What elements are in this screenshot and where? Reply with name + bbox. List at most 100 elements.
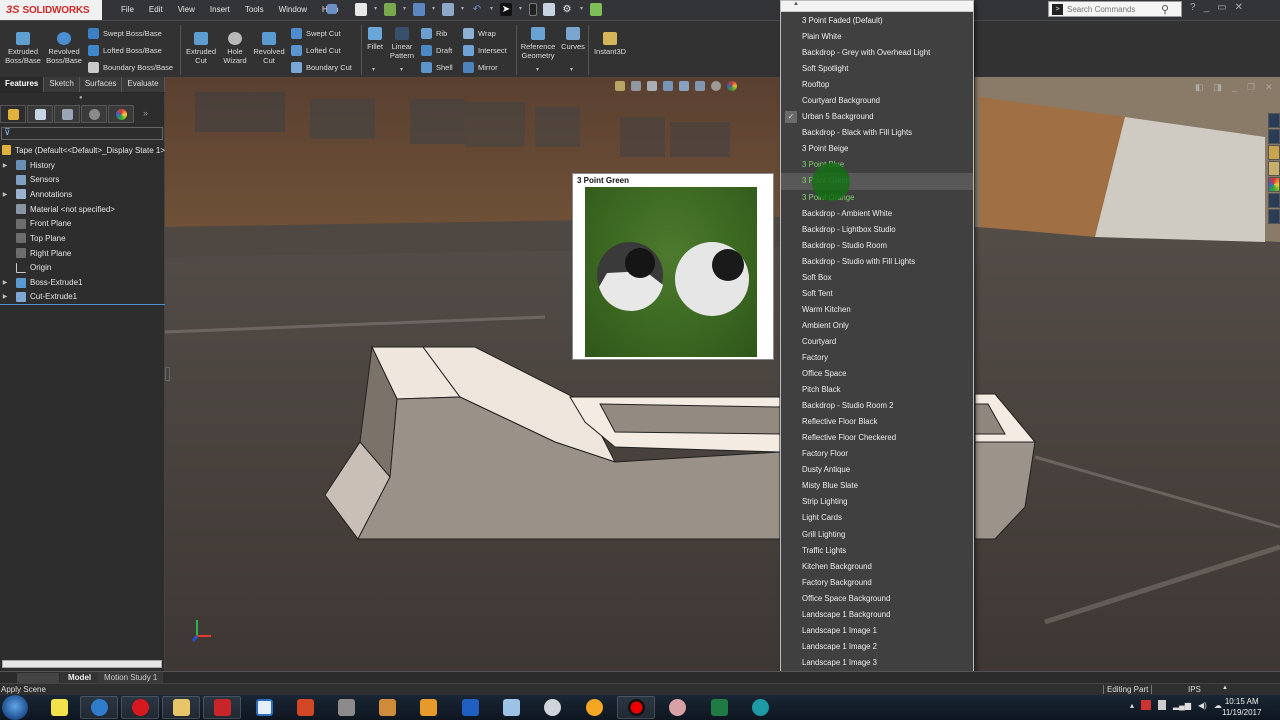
taskbar-app-arduino[interactable] bbox=[741, 696, 779, 719]
linear-pattern-dropdown[interactable]: ▾ bbox=[400, 66, 403, 73]
taskbar-app-webcam[interactable] bbox=[533, 696, 571, 719]
tile-right-icon[interactable]: ◨ bbox=[1214, 82, 1223, 93]
appearances-scenes-icon[interactable] bbox=[1268, 177, 1280, 192]
part-model[interactable] bbox=[165, 77, 1280, 671]
scene-menu-item[interactable]: 3 Point Green bbox=[781, 173, 973, 190]
scroll-up-button[interactable]: ▲ bbox=[781, 1, 973, 12]
file-explorer-icon[interactable] bbox=[1268, 145, 1280, 160]
select-cursor-icon[interactable]: ➤ bbox=[500, 3, 512, 16]
device-icon[interactable] bbox=[1158, 700, 1167, 710]
scene-menu-item[interactable]: Soft Tent bbox=[781, 286, 973, 302]
display-style-icon[interactable] bbox=[695, 81, 705, 91]
taskbar-app-solidworks[interactable] bbox=[203, 696, 241, 719]
scene-menu-item[interactable]: Light Cards bbox=[781, 510, 973, 526]
fillet-button[interactable]: Fillet bbox=[364, 27, 386, 51]
intersect-button[interactable]: Intersect bbox=[463, 45, 507, 56]
scene-menu-item[interactable]: Backdrop - Studio Room 2 bbox=[781, 398, 973, 414]
doc-minimize-icon[interactable]: _ bbox=[1232, 82, 1237, 93]
taskbar-app-malwarebytes[interactable] bbox=[451, 696, 489, 719]
tree-filter[interactable]: ⊽ bbox=[1, 127, 163, 140]
wrap-button[interactable]: Wrap bbox=[463, 28, 496, 39]
tab-sketch[interactable]: Sketch bbox=[44, 77, 80, 92]
tree-item-history[interactable]: ▶ History bbox=[0, 158, 165, 173]
taskbar-app-opera[interactable] bbox=[121, 696, 159, 719]
tile-left-icon[interactable]: ◧ bbox=[1195, 82, 1204, 93]
tree-item-cut-extrude1[interactable]: ▶ Cut-Extrude1 bbox=[0, 290, 165, 305]
forum-icon[interactable] bbox=[1268, 209, 1280, 224]
scene-menu-item[interactable]: Strip Lighting bbox=[781, 494, 973, 510]
scene-menu-item[interactable]: Landscape 1 Image 3 bbox=[781, 655, 973, 671]
scene-menu-item[interactable]: Traffic Lights bbox=[781, 543, 973, 559]
scene-menu-item[interactable]: Backdrop - Studio with Fill Lights bbox=[781, 254, 973, 270]
search-commands[interactable]: > ⚲ bbox=[1048, 1, 1182, 17]
chevron-down-icon[interactable]: ▾ bbox=[489, 3, 494, 16]
reference-geometry-dropdown[interactable]: ▾ bbox=[536, 66, 539, 73]
taskbar-app-excel[interactable] bbox=[700, 696, 738, 719]
menu-insert[interactable]: Insert bbox=[210, 5, 230, 14]
menu-tools[interactable]: Tools bbox=[245, 5, 264, 14]
restore-icon[interactable]: ▭ bbox=[1217, 2, 1226, 13]
fillet-dropdown[interactable]: ▾ bbox=[372, 66, 375, 73]
options-gear-icon[interactable]: ⚙ bbox=[561, 3, 573, 16]
graphics-viewport[interactable] bbox=[165, 77, 1280, 671]
tree-item-top-plane[interactable]: Top Plane bbox=[0, 231, 165, 246]
taskbar-app-calculator[interactable] bbox=[492, 696, 530, 719]
show-hidden-icons[interactable]: ▴ bbox=[1130, 701, 1134, 710]
volume-icon[interactable]: ◀) bbox=[1198, 701, 1207, 710]
scene-menu-item[interactable]: Backdrop - Lightbox Studio bbox=[781, 222, 973, 238]
hide-show-items-icon[interactable] bbox=[711, 81, 721, 91]
scene-menu-item[interactable]: Landscape 1 Image 2 bbox=[781, 639, 973, 655]
chevron-down-icon[interactable]: ▾ bbox=[518, 3, 523, 16]
tree-item-right-plane[interactable]: Right Plane bbox=[0, 246, 165, 261]
scene-menu-item[interactable]: Plain White bbox=[781, 29, 973, 45]
expand-arrow-icon[interactable]: ▶ bbox=[0, 293, 10, 300]
scene-menu-item[interactable]: 3 Point Blue bbox=[781, 157, 973, 173]
instant3d-button[interactable]: Instant3D bbox=[592, 32, 628, 56]
menu-edit[interactable]: Edit bbox=[149, 5, 163, 14]
scene-menu-item[interactable]: Dusty Antique bbox=[781, 462, 973, 478]
hole-wizard-button[interactable]: Hole Wizard bbox=[220, 32, 250, 65]
swept-cut-button[interactable]: Swept Cut bbox=[291, 28, 341, 39]
reference-geometry-button[interactable]: Reference Geometry bbox=[518, 27, 558, 60]
lofted-boss-button[interactable]: Lofted Boss/Base bbox=[88, 45, 162, 56]
tab-dimxpert-manager[interactable] bbox=[81, 105, 107, 123]
scene-menu-item[interactable]: Landscape 1 Image 1 bbox=[781, 623, 973, 639]
tab-surfaces[interactable]: Surfaces bbox=[79, 77, 123, 92]
tab-evaluate[interactable]: Evaluate bbox=[122, 77, 165, 92]
edit-appearance-icon[interactable] bbox=[727, 81, 737, 91]
open-icon[interactable] bbox=[384, 3, 396, 16]
undo-icon[interactable]: ↶ bbox=[471, 3, 483, 16]
scene-menu-item[interactable]: Courtyard Background bbox=[781, 93, 973, 109]
scene-menu-item[interactable]: Rooftop bbox=[781, 77, 973, 93]
scene-menu-item[interactable]: Backdrop - Studio Room bbox=[781, 238, 973, 254]
scene-menu-item[interactable]: Ambient Only bbox=[781, 318, 973, 334]
scene-menu-item[interactable]: 3 Point Beige bbox=[781, 141, 973, 157]
scene-menu-item[interactable]: Backdrop - Black with Fill Lights bbox=[781, 125, 973, 141]
new-document-icon[interactable] bbox=[355, 3, 367, 16]
tree-item-material[interactable]: Material <not specified> bbox=[0, 202, 165, 217]
onedrive-cloud-icon[interactable]: ☁ bbox=[1214, 701, 1222, 710]
shell-button[interactable]: Shell bbox=[421, 62, 453, 73]
tree-item-boss-extrude1[interactable]: ▶ Boss-Extrude1 bbox=[0, 275, 165, 290]
taskbar-app-batch[interactable] bbox=[40, 696, 78, 719]
scene-menu-item[interactable]: Factory bbox=[781, 350, 973, 366]
menu-view[interactable]: View bbox=[178, 5, 195, 14]
solidworks-logo[interactable]: 3S SOLIDWORKS bbox=[0, 0, 102, 20]
taskbar-app-media[interactable] bbox=[409, 696, 447, 719]
view-orientation-icon[interactable] bbox=[679, 81, 689, 91]
doc-restore-icon[interactable]: ❐ bbox=[1247, 82, 1255, 93]
scene-menu-item[interactable]: Soft Box bbox=[781, 270, 973, 286]
chevron-down-icon[interactable]: ▾ bbox=[402, 3, 407, 16]
tree-root[interactable]: Tape (Default<<Default>_Display State 1> bbox=[0, 143, 165, 158]
user-login-icon[interactable] bbox=[590, 3, 602, 16]
horizontal-scrollbar[interactable] bbox=[2, 660, 162, 668]
tree-item-sensors[interactable]: Sensors bbox=[0, 172, 165, 187]
tab-display-manager[interactable] bbox=[108, 105, 134, 123]
tab-feature-manager[interactable] bbox=[0, 105, 26, 123]
taskbar-app-thunderbird[interactable] bbox=[80, 696, 118, 719]
boundary-cut-button[interactable]: Boundary Cut bbox=[291, 62, 352, 73]
taskbar-app-powerpoint[interactable] bbox=[286, 696, 324, 719]
solidworks-resources-icon[interactable] bbox=[1268, 113, 1280, 128]
panel-splitter-handle[interactable]: ● bbox=[79, 95, 83, 101]
chevron-down-icon[interactable]: ▾ bbox=[579, 3, 584, 16]
